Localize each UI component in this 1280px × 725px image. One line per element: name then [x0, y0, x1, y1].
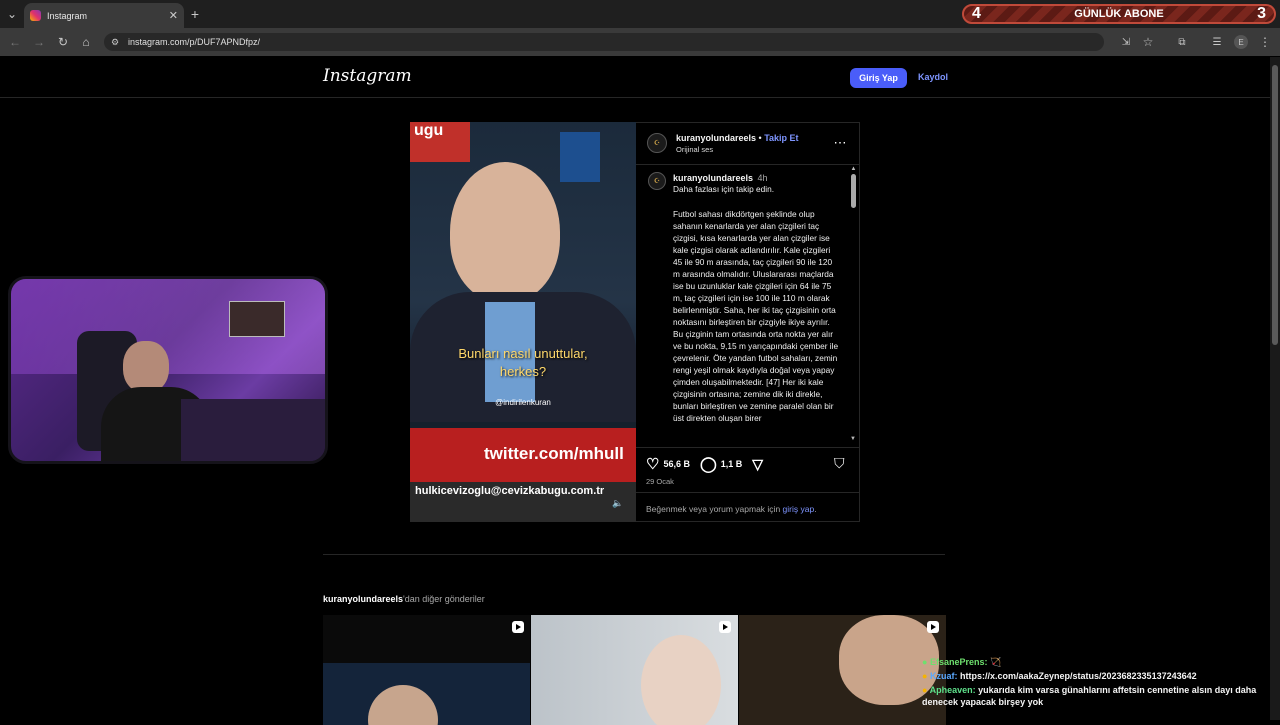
site-info-icon[interactable]: ⚙: [108, 35, 122, 49]
banner-title: GÜNLÜK ABONE: [1074, 8, 1164, 20]
instagram-header: [0, 57, 1270, 98]
audio-label[interactable]: Orijinal ses: [676, 145, 713, 154]
bookmark-star-icon[interactable]: ☆: [1141, 35, 1155, 49]
more-posts-heading: kuranyolundareels'dan diğer gönderiler: [323, 594, 485, 604]
scroll-down-icon[interactable]: ▼: [850, 436, 856, 442]
follow-link[interactable]: Takip Et: [764, 133, 798, 143]
instagram-favicon-icon: [30, 10, 41, 21]
scroll-up-icon[interactable]: ▲: [850, 166, 857, 172]
daily-subscriber-banner: 4 GÜNLÜK ABONE 3: [962, 4, 1276, 24]
caption-username[interactable]: kuranyolundareels: [673, 173, 753, 183]
signup-link[interactable]: Kaydol: [918, 72, 948, 82]
caption-time: 4h: [757, 173, 768, 183]
header-separator: •: [758, 133, 762, 143]
install-app-icon[interactable]: ⇲: [1119, 35, 1133, 49]
more-options-icon[interactable]: ⋯: [833, 135, 847, 150]
instagram-logo[interactable]: Instagram: [323, 66, 412, 86]
caption-body: Futbol sahası dikdörtgen şeklinde olup s…: [673, 209, 839, 423]
video-watermark: @indirilenkuran: [495, 398, 551, 407]
desk: [181, 399, 325, 461]
caption-scroll-thumb[interactable]: [851, 174, 856, 208]
extensions-icon[interactable]: ⧉: [1175, 35, 1189, 49]
tv-logo: ugu: [414, 122, 444, 139]
caption-header: kuranyolundareels 4h: [673, 172, 768, 184]
chat-message: ● Kzuaf: https://x.com/aakaZeynep/status…: [922, 670, 1272, 682]
mute-icon[interactable]: 🔈: [612, 498, 623, 509]
chat-overlay: ● EfsanePrens: 🏹 ● Kzuaf: https://x.com/…: [922, 656, 1272, 708]
tab-search-icon[interactable]: ⌄: [4, 6, 20, 22]
post-date: 29 Ocak: [646, 477, 674, 486]
scrollbar-thumb[interactable]: [1272, 65, 1278, 345]
chat-text: 🏹: [990, 657, 1002, 667]
page-scrollbar[interactable]: [1270, 57, 1280, 720]
forward-icon[interactable]: →: [32, 35, 46, 49]
comment-count[interactable]: 1,1 B: [721, 459, 743, 469]
new-tab-icon[interactable]: +: [188, 6, 202, 22]
browser-tab[interactable]: Instagram ✕: [24, 3, 184, 28]
login-prompt-period: .: [814, 504, 817, 514]
reload-icon[interactable]: ↻: [56, 35, 70, 49]
more-post-thumb-3[interactable]: [739, 615, 946, 725]
author-avatar[interactable]: ☪: [647, 133, 667, 153]
caption-avatar[interactable]: ☪: [648, 172, 666, 190]
picture-frame: [229, 301, 285, 337]
actions-row: ♡ 56,6 B ◯ 1,1 B ▽: [646, 455, 763, 474]
chat-badge-icon: ●: [922, 657, 928, 667]
chat-username: EfsanePrens:: [929, 657, 988, 667]
more-post-thumb-2[interactable]: [531, 615, 738, 725]
video-subtitle-line2: herkes?: [499, 364, 547, 379]
login-prompt: Beğenmek veya yorum yapmak için giriş ya…: [646, 504, 817, 514]
chat-badge-icon: ●: [922, 671, 928, 681]
bookmark-save-icon[interactable]: ⛉: [834, 455, 845, 472]
video-email-text: hulkicevizoglu@cevizkabugu.com.tr: [415, 485, 605, 497]
banner-right-count: 3: [1257, 5, 1266, 22]
caption-first-line: Daha fazlası için takip edin.: [673, 184, 775, 194]
person-head: [450, 162, 560, 302]
chat-username: Apheaven:: [929, 685, 976, 695]
login-prompt-text: Beğenmek veya yorum yapmak için: [646, 504, 781, 514]
video-subtitle-line1: Bunları nasıl unuttular,: [458, 346, 588, 361]
more-post-thumb-1[interactable]: [323, 615, 530, 725]
video-ticker-text: twitter.com/mhull: [484, 444, 624, 463]
banner-left-count: 4: [972, 5, 981, 22]
login-button[interactable]: Giriş Yap: [850, 68, 907, 88]
post-video[interactable]: ugu Bunları nasıl unuttular, herkes? @in…: [410, 122, 636, 522]
author-username[interactable]: kuranyolundareels: [676, 133, 756, 143]
chat-message: ● EfsanePrens: 🏹: [922, 656, 1272, 668]
post-header-line: kuranyolundareels • Takip Et: [676, 132, 799, 144]
tab-title: Instagram: [47, 10, 88, 21]
home-icon[interactable]: ⌂: [79, 35, 93, 49]
section-divider: [323, 554, 945, 555]
more-posts-rest: 'dan diğer gönderiler: [403, 594, 485, 604]
chat-badge-icon: ●: [922, 685, 928, 695]
chat-message: ● Apheaven: yukarıda kim varsa günahları…: [922, 684, 1272, 708]
reel-play-icon: [719, 621, 731, 633]
like-count[interactable]: 56,6 B: [663, 459, 690, 469]
more-posts-user[interactable]: kuranyolundareels: [323, 594, 403, 604]
profile-avatar-icon[interactable]: E: [1234, 35, 1248, 49]
reel-play-icon: [512, 621, 524, 633]
menu-kebab-icon[interactable]: ⋮: [1258, 35, 1272, 49]
comment-bubble-icon[interactable]: ◯: [700, 455, 717, 473]
like-heart-icon[interactable]: ♡: [646, 455, 659, 473]
share-send-icon[interactable]: ▽: [752, 456, 763, 473]
login-prompt-link[interactable]: giriş yap: [783, 504, 815, 514]
address-bar[interactable]: instagram.com/p/DUF7APNDfpz/: [104, 33, 1104, 51]
url-text: instagram.com/p/DUF7APNDfpz/: [128, 37, 261, 47]
close-tab-icon[interactable]: ✕: [169, 9, 178, 22]
caption-scrollbar[interactable]: ▲: [850, 166, 858, 446]
back-icon[interactable]: ←: [8, 35, 22, 49]
chat-username: Kzuaf:: [929, 671, 958, 681]
media-controls-icon[interactable]: ☰: [1210, 35, 1224, 49]
streamer-head: [123, 341, 169, 393]
chat-text: https://x.com/aakaZeynep/status/20236823…: [959, 671, 1197, 681]
reel-play-icon: [927, 621, 939, 633]
streamer-webcam-overlay: [8, 276, 328, 464]
